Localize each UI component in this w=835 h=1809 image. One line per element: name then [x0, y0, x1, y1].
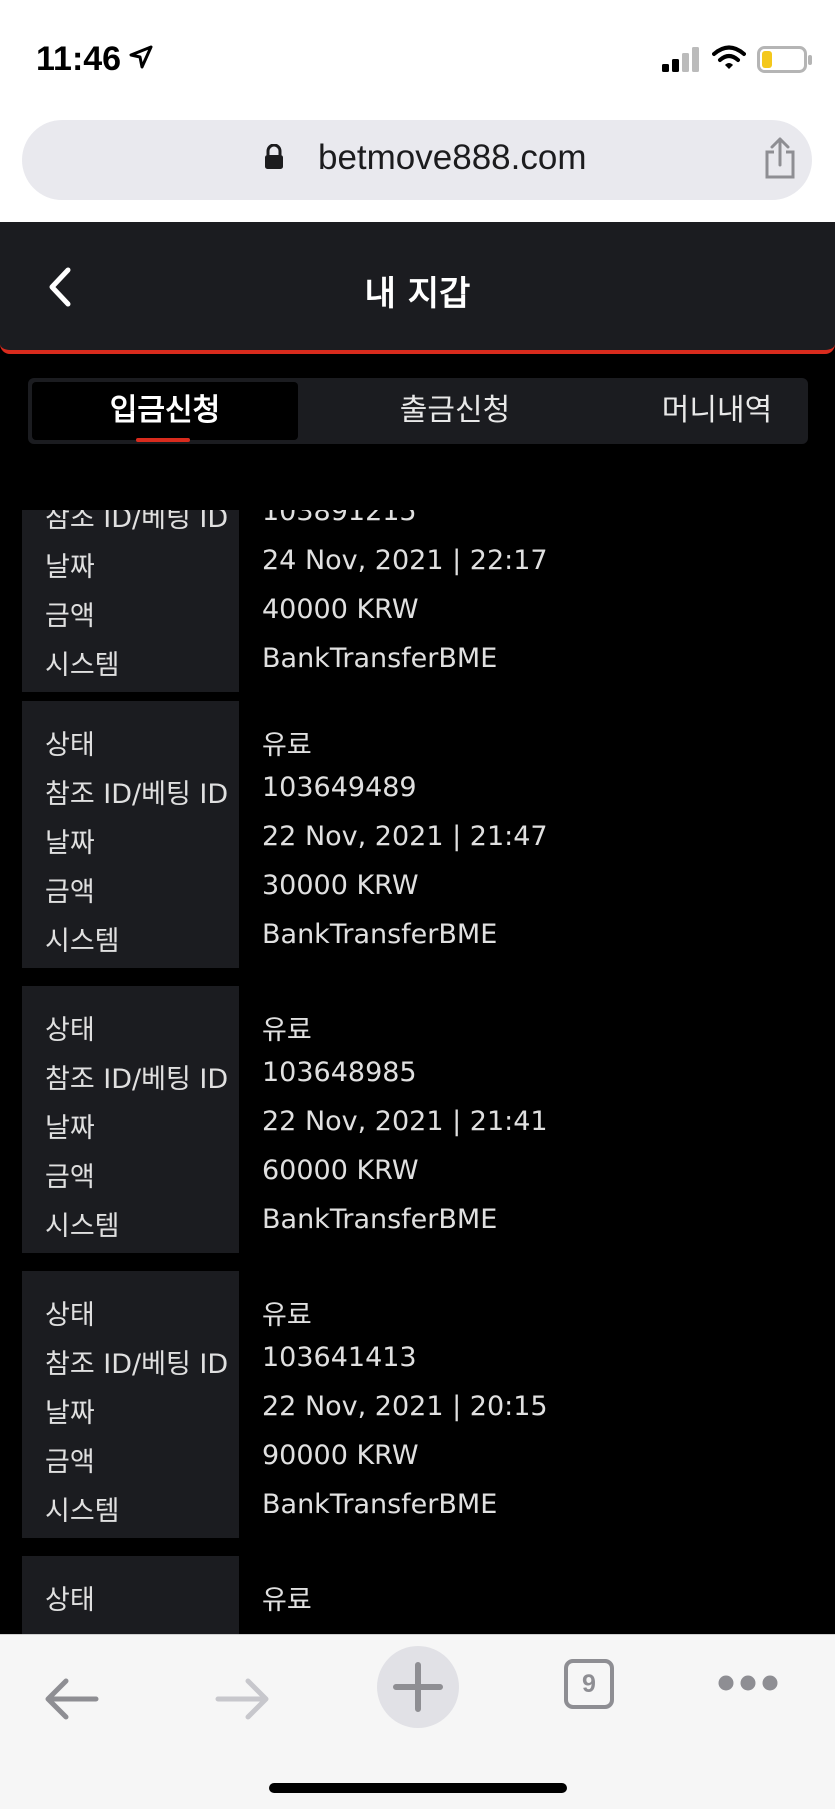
system-value: BankTransferBME [262, 1204, 498, 1235]
status-bar: 11:46 [0, 0, 835, 110]
browser-bar: betmove888.com [0, 110, 835, 222]
new-tab-plus-icon[interactable] [376, 1645, 460, 1729]
page-title: 내 지갑 [364, 274, 471, 314]
transaction-list[interactable]: 참조 ID/베팅 ID 103891215 날짜 24 Nov, 2021 | … [0, 510, 835, 1634]
transaction-card: 참조 ID/베팅 ID 103891215 날짜 24 Nov, 2021 | … [22, 510, 812, 692]
ref-id-value: 103891215 [262, 510, 417, 527]
date-label: 날짜 [45, 552, 95, 583]
status-label: 상태 [45, 1015, 95, 1046]
amount-label: 금액 [45, 601, 95, 632]
browser-toolbar: 9 [0, 1634, 835, 1809]
transaction-card: 상태 유료 참조 ID/베팅 ID 103641413 날짜 22 Nov, 2… [22, 1271, 812, 1538]
tabs-button[interactable]: 9 [564, 1659, 614, 1709]
status-value: 유료 [262, 730, 312, 761]
date-value: 22 Nov, 2021 | 21:47 [262, 821, 548, 852]
app-header: 내 지갑 [0, 222, 835, 354]
tab-label: 입금신청 [109, 393, 221, 428]
back-arrow-icon[interactable] [42, 1677, 100, 1721]
tab-withdraw-request[interactable]: 출금신청 [322, 382, 588, 440]
system-label: 시스템 [45, 926, 120, 957]
amount-value: 90000 KRW [262, 1440, 419, 1471]
lock-icon [265, 144, 283, 169]
tab-money-history[interactable]: 머니내역 [584, 382, 835, 440]
url-text[interactable]: betmove888.com [318, 138, 586, 178]
status-label: 상태 [45, 730, 95, 761]
cellular-signal-icon [662, 47, 699, 72]
amount-value: 60000 KRW [262, 1155, 419, 1186]
forward-arrow-icon[interactable] [214, 1677, 272, 1721]
tab-count: 9 [582, 1670, 596, 1698]
tab-label: 머니내역 [661, 393, 773, 428]
status-value: 유료 [262, 1585, 312, 1616]
ref-id-value: 103648985 [262, 1057, 417, 1088]
system-value: BankTransferBME [262, 919, 498, 950]
more-options-icon[interactable] [716, 1673, 780, 1693]
date-value: 22 Nov, 2021 | 20:15 [262, 1391, 548, 1422]
wifi-icon [712, 45, 746, 69]
ref-id-label: 참조 ID/베팅 ID [45, 1064, 229, 1095]
tab-deposit-request[interactable]: 입금신청 [32, 382, 298, 442]
system-value: BankTransferBME [262, 1489, 498, 1520]
tab-label: 출금신청 [399, 393, 511, 428]
status-label: 상태 [45, 1585, 95, 1616]
transaction-card: 상태 유료 참조 ID/베팅 ID 103649489 날짜 22 Nov, 2… [22, 701, 812, 968]
system-label: 시스템 [45, 1496, 120, 1527]
battery-low-icon [757, 46, 812, 73]
active-tab-indicator [136, 438, 190, 442]
amount-label: 금액 [45, 877, 95, 908]
status-value: 유료 [262, 1300, 312, 1331]
ref-id-label: 참조 ID/베팅 ID [45, 779, 229, 810]
location-arrow-icon [129, 45, 153, 69]
transaction-card: 상태 유료 참조 ID/베팅 ID 103648985 날짜 22 Nov, 2… [22, 986, 812, 1253]
ref-id-label: 참조 ID/베팅 ID [45, 510, 229, 534]
home-indicator [269, 1783, 567, 1793]
ref-id-value: 103641413 [262, 1342, 417, 1373]
wallet-tabs: 입금신청 출금신청 머니내역 [28, 378, 808, 444]
system-label: 시스템 [45, 650, 120, 681]
status-label: 상태 [45, 1300, 95, 1331]
date-value: 24 Nov, 2021 | 22:17 [262, 545, 548, 576]
ref-id-value: 103649489 [262, 772, 417, 803]
amount-value: 40000 KRW [262, 594, 419, 625]
date-label: 날짜 [45, 1398, 95, 1429]
system-label: 시스템 [45, 1211, 120, 1242]
amount-label: 금액 [45, 1447, 95, 1478]
status-value: 유료 [262, 1015, 312, 1046]
amount-label: 금액 [45, 1162, 95, 1193]
share-icon[interactable] [762, 136, 798, 180]
status-time: 11:46 [36, 40, 122, 78]
ref-id-label: 참조 ID/베팅 ID [45, 1349, 229, 1380]
transaction-card: 상태 유료 [22, 1556, 812, 1634]
amount-value: 30000 KRW [262, 870, 419, 901]
system-value: BankTransferBME [262, 643, 498, 674]
address-bar[interactable]: betmove888.com [22, 120, 812, 200]
date-label: 날짜 [45, 828, 95, 859]
date-label: 날짜 [45, 1113, 95, 1144]
date-value: 22 Nov, 2021 | 21:41 [262, 1106, 548, 1137]
